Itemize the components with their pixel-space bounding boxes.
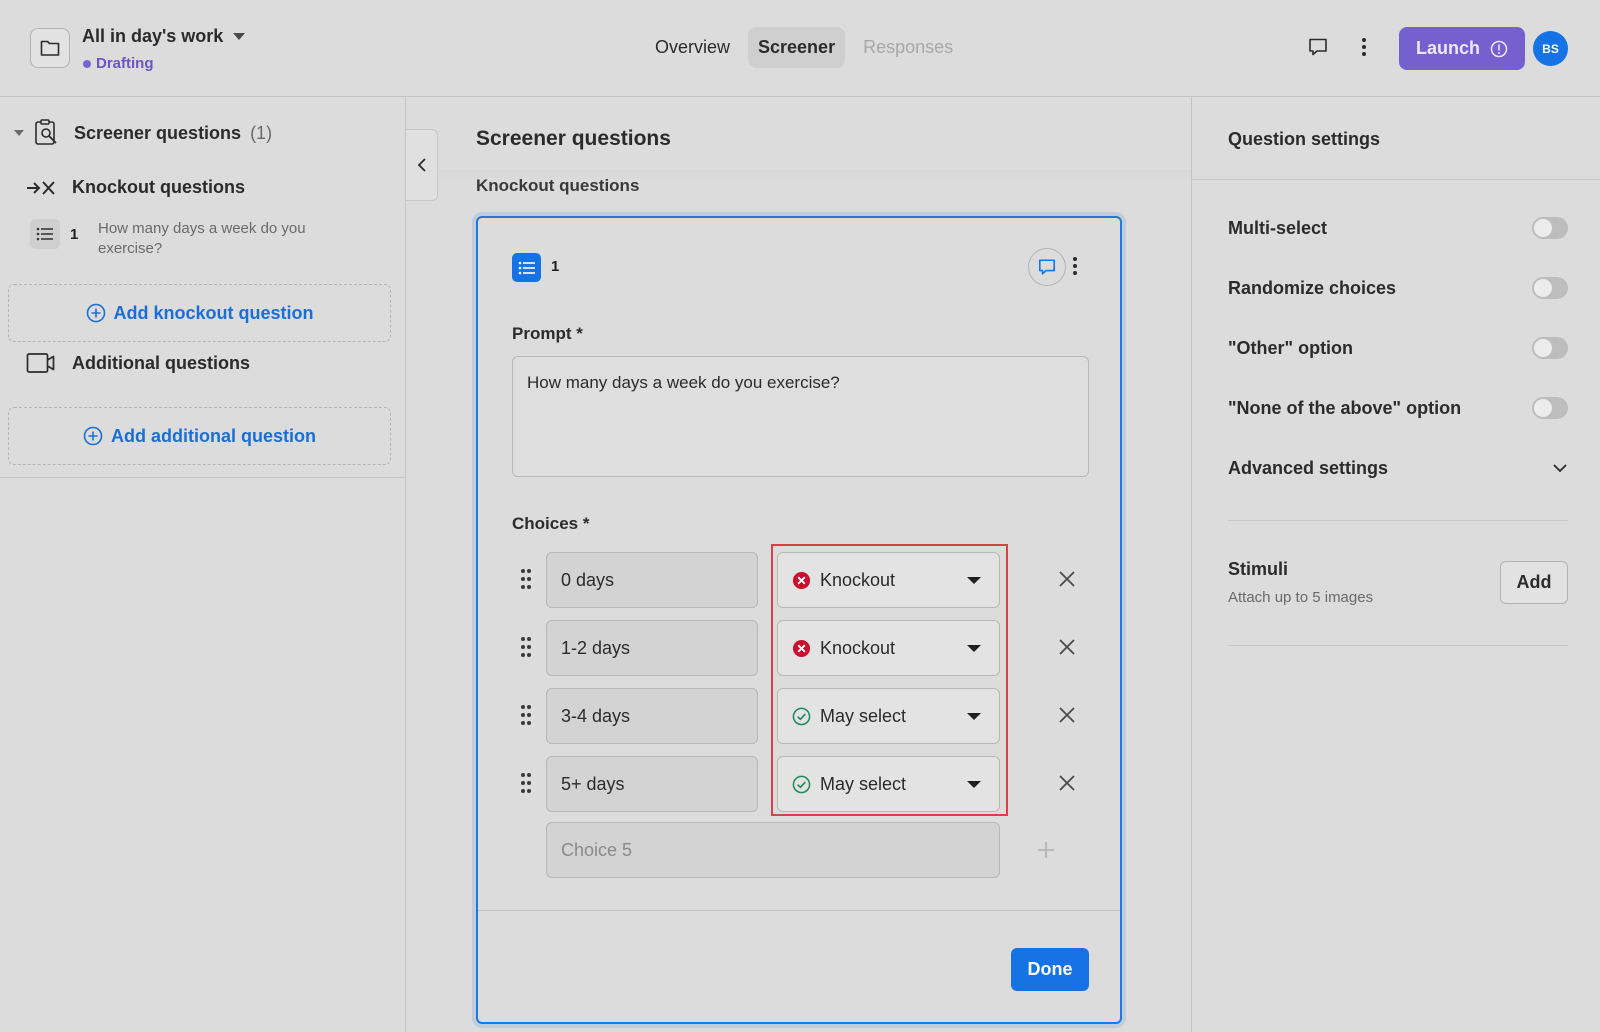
drag-handle-icon[interactable] [520,636,532,658]
screener-questions-header[interactable]: Screener questions (1) [14,119,272,147]
stimuli-title: Stimuli [1228,559,1289,579]
status-text: Drafting [96,55,154,72]
sidebar-additional-label: Additional questions [72,352,250,373]
kebab-icon [1073,257,1077,275]
page-title: Screener questions [476,127,671,150]
drag-handle-icon[interactable] [520,772,532,794]
none-option-toggle[interactable] [1532,397,1568,419]
advanced-settings-label: Advanced settings [1228,457,1389,478]
remove-choice-icon[interactable] [1057,705,1077,725]
sidebar: Screener questions (1) Knockout question… [0,97,406,1032]
sidebar-section-title: Screener questions [74,122,242,143]
randomize-toggle[interactable] [1532,277,1568,299]
drag-handle-icon[interactable] [520,568,532,590]
sidebar-item-additional[interactable]: Additional questions [26,352,250,374]
section-label: Knockout questions [476,176,640,195]
question-number: 1 [551,258,560,275]
video-icon [26,353,55,373]
project-title-dropdown[interactable]: All in day's work [82,26,246,47]
plus-circle-icon [83,426,103,446]
comments-button[interactable] [1308,37,1328,57]
sidebar-question-item[interactable]: 1 How many days a week do you exercise? [30,219,348,259]
drag-handle-icon[interactable] [520,704,532,726]
settings-header-divider [1192,179,1600,180]
prompt-input[interactable]: How many days a week do you exercise? [512,356,1089,477]
collapse-sidebar-button[interactable] [406,129,438,201]
settings-title: Question settings [1228,129,1381,149]
list-icon [30,219,60,249]
sidebar-section-count: (1) [250,122,273,143]
comment-icon [1309,38,1327,56]
plus-circle-icon [86,303,105,323]
chevron-down-icon [1553,464,1567,473]
setting-multi-select: Multi-select [1228,213,1568,243]
multi-select-toggle[interactable] [1532,217,1568,239]
kebab-icon [1362,38,1366,56]
add-stimuli-button[interactable]: Add [1500,561,1568,604]
remove-choice-icon[interactable] [1057,637,1077,657]
folder-button[interactable] [30,28,70,68]
add-additional-label: Add additional question [111,425,316,446]
settings-divider [1228,520,1568,521]
remove-choice-icon[interactable] [1057,569,1077,589]
settings-divider [1228,645,1568,646]
advanced-settings-toggle[interactable]: Advanced settings [1228,453,1568,483]
question-more-button[interactable] [1072,256,1078,276]
launch-label: Launch [1415,38,1480,58]
comment-icon [1038,259,1056,275]
avatar[interactable]: BS [1533,31,1568,66]
status-badge: Drafting [83,55,154,72]
more-options-button[interactable] [1361,37,1367,57]
project-title: All in day's work [82,26,224,46]
list-icon [512,253,541,282]
question-comment-button[interactable] [1028,248,1066,286]
collapse-triangle-icon [14,130,24,136]
tab-overview[interactable]: Overview [645,27,740,68]
card-divider [478,910,1120,911]
new-choice-input[interactable]: Choice 5 [546,822,1000,878]
setting-label: Multi-select [1228,217,1328,238]
question-settings-panel: Question settings Multi-select Randomize… [1191,97,1600,1032]
stimuli-subtitle: Attach up to 5 images [1228,589,1374,606]
choice-input[interactable]: 0 days [546,552,758,608]
add-choice-plus-icon[interactable] [1037,841,1055,859]
add-additional-question-button[interactable]: Add additional question [8,407,391,465]
info-circle-icon [1490,40,1508,57]
setting-randomize: Randomize choices [1228,273,1568,303]
sidebar-item-knockout[interactable]: Knockout questions [26,177,245,198]
sidebar-question-text: How many days a week do you exercise? [98,220,306,257]
folder-icon [40,40,60,56]
choices-label: Choices * [512,514,590,533]
setting-label: "Other" option [1228,337,1354,358]
tab-screener[interactable]: Screener [748,27,846,68]
choice-input[interactable]: 3-4 days [546,688,758,744]
chevron-down-icon [233,33,246,40]
sidebar-knockout-label: Knockout questions [72,177,246,197]
choice-input[interactable]: 1-2 days [546,620,758,676]
knockout-arrow-x-icon [27,180,55,195]
remove-choice-icon[interactable] [1057,773,1077,793]
add-knockout-question-button[interactable]: Add knockout question [8,284,391,342]
setting-label: "None of the above" option [1228,397,1462,418]
choice-input[interactable]: 5+ days [546,756,758,812]
sidebar-divider [0,477,406,478]
nav-tabs: Overview Screener Responses [645,27,963,68]
done-button[interactable]: Done [1011,948,1089,991]
screener-search-icon [35,119,57,145]
status-dot-icon [83,59,91,68]
launch-button[interactable]: Launch [1399,27,1525,70]
tab-responses[interactable]: Responses [853,27,963,68]
top-bar: All in day's work Drafting Overview Scre… [0,0,1600,97]
prompt-label: Prompt * [512,324,583,343]
add-knockout-label: Add knockout question [113,302,314,323]
rule-highlight-box [771,544,1008,816]
question-card: 1 Prompt * How many days a week do you e… [476,216,1122,1024]
setting-other-option: "Other" option [1228,333,1568,363]
setting-label: Randomize choices [1228,277,1397,298]
chevron-left-icon [417,158,426,172]
sidebar-question-number: 1 [70,226,79,243]
setting-none-option: "None of the above" option [1228,393,1568,423]
other-option-toggle[interactable] [1532,337,1568,359]
